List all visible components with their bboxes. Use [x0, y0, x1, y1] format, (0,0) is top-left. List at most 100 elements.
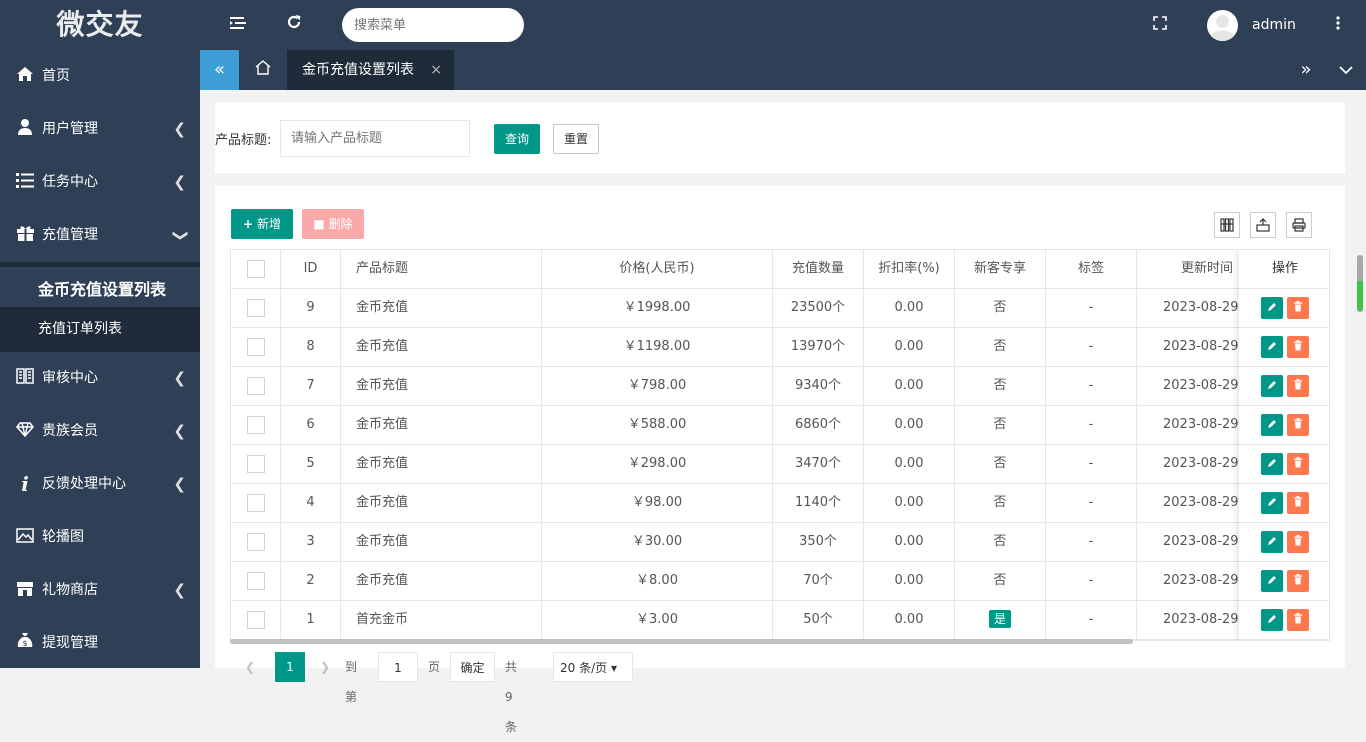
chevron-left-icon: ❮: [173, 581, 186, 599]
page-current[interactable]: 1: [275, 652, 305, 682]
username[interactable]: admin: [1252, 0, 1296, 50]
sidebar-item-tasks[interactable]: 任务中心 ❮: [0, 156, 200, 209]
table-row[interactable]: 6 金币充值 ￥588.00 6860个 0.00 否 -2023-08-29 2: [231, 406, 1329, 445]
delete-icon[interactable]: [1287, 413, 1309, 436]
cell-tag: -: [1046, 445, 1137, 484]
page-size-select[interactable]: 20 条/页 ▾: [553, 652, 633, 682]
product-title-input[interactable]: [280, 120, 470, 157]
sidebar-item-vip[interactable]: 贵族会员 ❮: [0, 405, 200, 458]
reset-button[interactable]: 重置: [553, 124, 599, 154]
col-header-tag[interactable]: 标签: [1046, 250, 1137, 289]
row-checkbox[interactable]: [246, 610, 265, 629]
table-row[interactable]: 3 金币充值 ￥30.00 350个 0.00 否 -2023-08-29 2: [231, 523, 1329, 562]
sidebar-item-home[interactable]: 首页: [0, 50, 200, 103]
edit-icon[interactable]: [1261, 374, 1283, 397]
row-checkbox[interactable]: [246, 532, 265, 551]
fullscreen-icon[interactable]: [1145, 0, 1175, 50]
edit-icon[interactable]: [1261, 608, 1283, 631]
prev-page-icon[interactable]: ❮: [245, 652, 255, 682]
col-header-new[interactable]: 新客专享: [955, 250, 1046, 289]
row-checkbox[interactable]: [246, 493, 265, 512]
delete-icon[interactable]: [1287, 608, 1309, 631]
row-checkbox[interactable]: [246, 376, 265, 395]
edit-icon[interactable]: [1261, 335, 1283, 358]
sidebar-item-feedback[interactable]: i 反馈处理中心 ❮: [0, 458, 200, 511]
cell-title: 金币充值: [341, 328, 542, 367]
actions-fixed-column: 操作: [1239, 250, 1329, 640]
edit-icon[interactable]: [1261, 452, 1283, 475]
more-vertical-icon[interactable]: [1323, 0, 1353, 50]
table-row[interactable]: 4 金币充值 ￥98.00 1140个 0.00 否 -2023-08-29 2: [231, 484, 1329, 523]
sidebar-item-recharge[interactable]: 充值管理 ❮: [0, 209, 200, 262]
table-row[interactable]: 8 金币充值 ￥1198.00 13970个 0.00 否 -2023-08-29 2: [231, 328, 1329, 367]
print-icon[interactable]: [1286, 212, 1312, 238]
refresh-icon[interactable]: [279, 0, 309, 50]
horizontal-scrollbar[interactable]: [230, 639, 1133, 644]
main-content: 产品标题: 查询 重置 + 新增 ■ 删除 ID 产品标题 价格(人民币) 充值…: [200, 90, 1356, 734]
col-header-discount[interactable]: 折扣率(%): [864, 250, 955, 289]
col-header-amount[interactable]: 充值数量: [773, 250, 864, 289]
delete-icon[interactable]: [1287, 452, 1309, 475]
edit-icon[interactable]: [1261, 569, 1283, 592]
vertical-scrollbar-track[interactable]: [1356, 90, 1366, 668]
table-row[interactable]: 1 首充金币 ￥3.00 50个 0.00 是 -2023-08-29 2: [231, 601, 1329, 640]
close-icon[interactable]: ×: [430, 50, 442, 90]
menu-fold-icon[interactable]: [223, 0, 253, 50]
row-checkbox[interactable]: [246, 298, 265, 317]
add-button[interactable]: + 新增: [231, 209, 293, 239]
sidebar-item-label: 充值管理: [42, 227, 98, 243]
sidebar-subitem-recharge-orders[interactable]: 充值订单列表: [0, 307, 200, 352]
sidebar-item-carousel[interactable]: 轮播图: [0, 511, 200, 564]
delete-icon[interactable]: [1287, 530, 1309, 553]
delete-icon[interactable]: [1287, 491, 1309, 514]
table-row[interactable]: 9 金币充值 ￥1998.00 23500个 0.00 否 -2023-08-29 2: [231, 289, 1329, 328]
col-header-title[interactable]: 产品标题: [341, 250, 542, 289]
edit-icon[interactable]: [1261, 491, 1283, 514]
next-page-icon[interactable]: ❯: [320, 652, 330, 682]
edit-icon[interactable]: [1261, 296, 1283, 319]
sidebar-item-users[interactable]: 用户管理 ❮: [0, 103, 200, 156]
delete-icon[interactable]: [1287, 296, 1309, 319]
sidebar-item-gift-store[interactable]: 礼物商店 ❮: [0, 564, 200, 617]
export-icon[interactable]: [1250, 212, 1276, 238]
sidebar-subitem-coin-settings[interactable]: 金币充值设置列表: [0, 262, 200, 307]
row-actions: [1239, 601, 1329, 640]
double-chevron-left-icon[interactable]: «: [200, 50, 239, 90]
goto-confirm-button[interactable]: 确定: [450, 652, 495, 682]
select-all-checkbox[interactable]: [246, 259, 265, 278]
table-row[interactable]: 5 金币充值 ￥298.00 3470个 0.00 否 -2023-08-29 2: [231, 445, 1329, 484]
col-header-id[interactable]: ID: [281, 250, 341, 289]
avatar[interactable]: [1207, 10, 1238, 41]
cell-discount: 0.00: [864, 328, 955, 367]
sidebar-item-audit[interactable]: 审核中心 ❮: [0, 352, 200, 405]
chevron-left-icon: ❮: [173, 369, 186, 387]
goto-page-input[interactable]: 1: [378, 652, 418, 682]
sidebar-item-label: 轮播图: [42, 529, 84, 545]
table-row[interactable]: 2 金币充值 ￥8.00 70个 0.00 否 -2023-08-29 2: [231, 562, 1329, 601]
info-icon: i: [21, 472, 29, 496]
columns-filter-icon[interactable]: [1214, 212, 1240, 238]
delete-icon[interactable]: [1287, 569, 1309, 592]
row-checkbox[interactable]: [246, 337, 265, 356]
row-checkbox[interactable]: [246, 571, 265, 590]
tab-coin-settings[interactable]: 金币充值设置列表 ×: [287, 50, 454, 90]
delete-icon[interactable]: [1287, 335, 1309, 358]
row-select-cell: [231, 601, 281, 640]
svg-text:$: $: [22, 639, 27, 648]
delete-icon[interactable]: [1287, 374, 1309, 397]
edit-icon[interactable]: [1261, 530, 1283, 553]
row-checkbox[interactable]: [246, 415, 265, 434]
cell-id: 4: [281, 484, 341, 523]
delete-button[interactable]: ■ 删除: [302, 209, 364, 239]
menu-search-input[interactable]: [342, 8, 524, 42]
audit-icon: [15, 352, 35, 405]
home-tab[interactable]: [239, 50, 287, 90]
table-row[interactable]: 7 金币充值 ￥798.00 9340个 0.00 否 -2023-08-29 2: [231, 367, 1329, 406]
sidebar-item-withdraw[interactable]: $ 提现管理: [0, 617, 200, 670]
row-checkbox[interactable]: [246, 454, 265, 473]
chevron-down-icon[interactable]: [1331, 50, 1361, 90]
query-button[interactable]: 查询: [494, 124, 540, 154]
col-header-price[interactable]: 价格(人民币): [542, 250, 773, 289]
double-chevron-right-icon[interactable]: »: [1291, 50, 1321, 90]
edit-icon[interactable]: [1261, 413, 1283, 436]
